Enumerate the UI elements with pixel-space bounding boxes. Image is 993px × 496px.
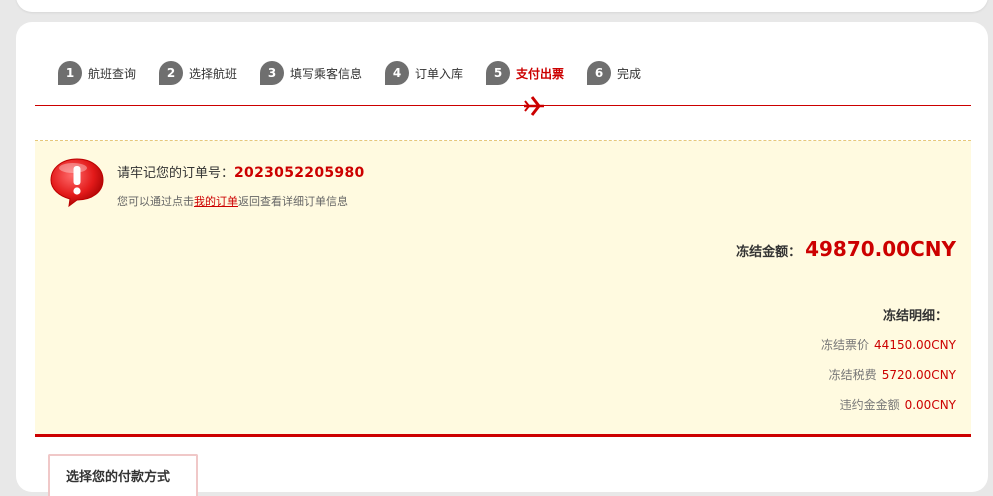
step-6: 6 完成	[587, 61, 641, 85]
detail-value: 44150.00CNY	[874, 338, 956, 352]
step-label: 订单入库	[415, 66, 464, 81]
frozen-total-amount: 49870.00CNY	[805, 237, 956, 261]
step-number-badge: 1	[58, 61, 82, 85]
order-hint: 您可以通过点击我的订单返回查看详细订单信息	[117, 193, 348, 209]
step-label: 填写乘客信息	[290, 66, 363, 81]
frozen-detail-title: 冻结明细：	[882, 309, 948, 324]
step-number-badge: 2	[159, 61, 183, 85]
step-2: 2 选择航班	[159, 61, 237, 85]
order-number-line: 请牢记您的订单号：2023052205980	[117, 162, 365, 181]
detail-label: 冻结票价	[821, 338, 870, 352]
hint-text-before: 您可以通过点击	[117, 195, 194, 208]
order-number: 2023052205980	[234, 165, 365, 181]
detail-label: 冻结税费	[828, 368, 877, 382]
top-card	[16, 0, 988, 12]
progress-line	[35, 105, 971, 106]
hint-text-after: 返回查看详细订单信息	[238, 195, 348, 208]
detail-value: 5720.00CNY	[881, 368, 956, 382]
step-3: 3 填写乘客信息	[260, 61, 362, 85]
detail-value: 0.00CNY	[904, 398, 956, 412]
step-number-badge: 6	[587, 61, 611, 85]
frozen-total: 冻结金额： 49870.00CNY	[736, 237, 956, 261]
step-1: 1 航班查询	[58, 61, 136, 85]
payment-method-tab[interactable]: 选择您的付款方式	[48, 454, 198, 496]
panel-bottom-border	[35, 434, 971, 437]
step-number-badge: 5	[486, 61, 510, 85]
step-label: 航班查询	[88, 66, 137, 81]
payment-method-title: 选择您的付款方式	[66, 470, 171, 485]
order-number-label: 请牢记您的订单号：	[117, 166, 235, 181]
step-5-current: 5 支付出票	[486, 61, 564, 85]
step-label: 支付出票	[516, 66, 565, 81]
detail-label: 违约金金额	[839, 398, 900, 412]
frozen-detail-row: 违约金金额 0.00CNY	[840, 396, 956, 413]
step-4: 4 订单入库	[385, 61, 463, 85]
step-number-badge: 3	[260, 61, 284, 85]
step-label: 完成	[617, 66, 642, 81]
step-number-badge: 4	[385, 61, 409, 85]
my-orders-link[interactable]: 我的订单	[194, 195, 238, 208]
order-info-panel	[35, 141, 971, 434]
frozen-total-label: 冻结金额：	[736, 245, 802, 260]
frozen-detail-row: 冻结票价 44150.00CNY	[821, 336, 956, 353]
exclamation-icon	[50, 158, 104, 208]
step-label: 选择航班	[189, 66, 238, 81]
airplane-marker-icon	[524, 96, 544, 116]
frozen-detail-row: 冻结税费 5720.00CNY	[829, 366, 956, 383]
